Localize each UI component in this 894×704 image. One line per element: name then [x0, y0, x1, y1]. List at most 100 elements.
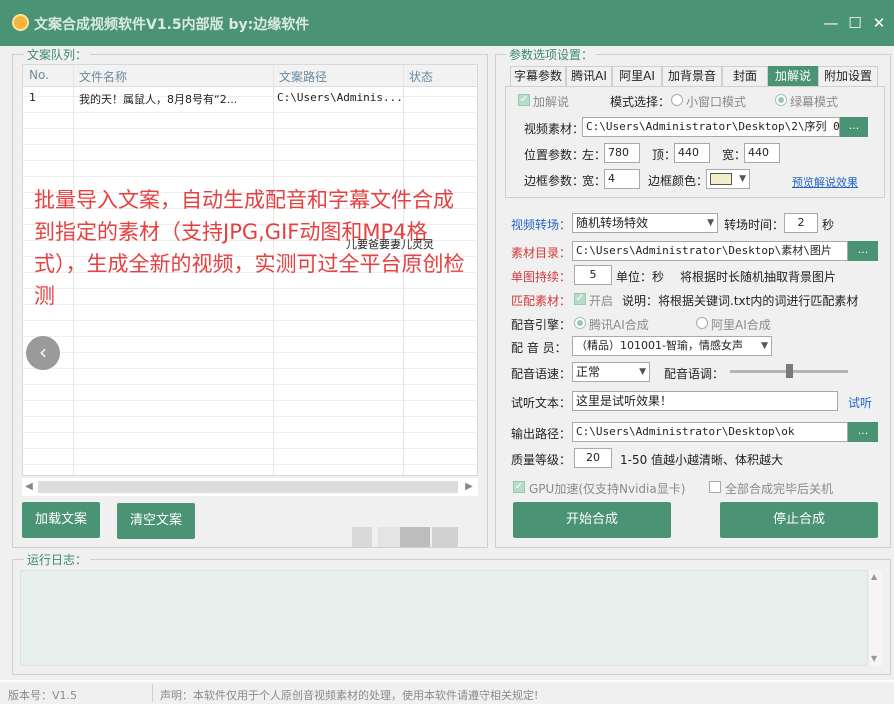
blur-patch: [432, 527, 458, 547]
table-cell-path[interactable]: C:\Users\Adminis...: [277, 91, 401, 104]
material-dir-label: 素材目录：: [511, 246, 572, 260]
speed-value: 正常: [576, 365, 601, 379]
transition-time-label: 转场时间：: [724, 218, 785, 232]
border-width-label: 宽：: [582, 174, 607, 188]
quality-hint: 1-50 值越小越清晰、体积越大: [620, 453, 784, 467]
top-label: 顶：: [652, 148, 677, 162]
video-material-browse-button[interactable]: ...: [840, 117, 868, 137]
table-cell-no[interactable]: 1: [29, 91, 69, 104]
engine-tencent-label: 腾讯AI合成: [589, 318, 649, 332]
column-header-name[interactable]: 文件名称: [79, 68, 127, 85]
tab-tencent-ai[interactable]: 腾讯AI: [566, 66, 612, 86]
material-dir-input[interactable]: C:\Users\Administrator\Desktop\素材\图片: [572, 241, 848, 261]
material-dir-browse-button[interactable]: ...: [848, 241, 878, 261]
match-enable-checkbox[interactable]: ✓: [574, 293, 586, 305]
scroll-up-icon[interactable]: ▲: [871, 572, 877, 581]
shutdown-label: 全部合成完毕后关机: [725, 482, 834, 496]
queue-horizontal-scrollbar[interactable]: ◀ ▶: [22, 478, 478, 496]
scroll-down-icon[interactable]: ▼: [871, 654, 877, 663]
tab-subtitle[interactable]: 字幕参数: [510, 66, 566, 86]
mode-green-screen-radio[interactable]: [775, 94, 787, 106]
border-color-label: 边框颜色：: [648, 174, 709, 188]
single-image-duration-label: 单图持续：: [511, 270, 572, 284]
scroll-right-icon[interactable]: ▶: [462, 479, 476, 495]
quality-label: 质量等级：: [511, 453, 572, 467]
tab-background-music[interactable]: 加背景音: [662, 66, 722, 86]
border-color-picker[interactable]: ▼: [706, 169, 750, 189]
top-input[interactable]: 440: [674, 143, 710, 163]
left-label: 左：: [582, 148, 607, 162]
match-material-label: 匹配素材：: [511, 294, 572, 308]
tab-cover[interactable]: 封面: [722, 66, 768, 86]
maximize-icon[interactable]: ☐: [846, 14, 864, 32]
speed-select[interactable]: 正常 ▼: [572, 362, 650, 382]
close-icon[interactable]: ✕: [870, 14, 888, 32]
gpu-accel-checkbox[interactable]: ✓: [513, 481, 525, 493]
mode-green-screen-label: 绿幕模式: [790, 95, 839, 109]
output-path-input[interactable]: C:\Users\Administrator\Desktop\ok: [572, 422, 848, 442]
column-header-path[interactable]: 文案路径: [279, 68, 327, 85]
pitch-label: 配音语调：: [664, 367, 725, 381]
video-material-label: 视频素材：: [524, 122, 585, 136]
match-hint: 说明：将根据关键词.txt内的词进行匹配素材: [622, 294, 859, 308]
test-listen-link[interactable]: 试听: [848, 394, 872, 411]
minimize-icon[interactable]: —: [822, 14, 840, 32]
test-text-label: 试听文本：: [511, 396, 572, 410]
output-path-browse-button[interactable]: ...: [848, 422, 878, 442]
dropdown-arrow-icon: ▼: [707, 218, 714, 228]
overlay-small-text: 儿要爸要妻儿灵灵: [346, 238, 434, 251]
quality-input[interactable]: 20: [574, 448, 612, 468]
narration-enable-checkbox[interactable]: ✓: [518, 94, 530, 106]
position-label: 位置参数：: [524, 148, 585, 162]
mode-small-window-label: 小窗口模式: [686, 95, 747, 109]
transition-value: 随机转场特效: [576, 216, 649, 230]
match-enable-label: 开启: [589, 294, 614, 308]
pitch-slider-thumb[interactable]: [786, 364, 793, 378]
gpu-accel-label: GPU加速(仅支持Nvidia显卡): [529, 482, 686, 496]
transition-time-input[interactable]: 2: [784, 213, 818, 233]
preview-narration-link[interactable]: 预览解说效果: [792, 174, 858, 190]
version-text: 版本号：V1.5: [8, 689, 78, 702]
voice-select[interactable]: （精品）101001-智瑜，情感女声 ▼: [572, 336, 772, 356]
log-textarea[interactable]: [20, 570, 868, 666]
narration-enable-label: 加解说: [533, 95, 570, 109]
tab-extra-settings[interactable]: 附加设置: [818, 66, 878, 86]
mode-label: 模式选择：: [610, 95, 671, 109]
left-input[interactable]: 780: [604, 143, 640, 163]
table-cell-name[interactable]: 我的天！属鼠人，8月8号有“2...: [79, 91, 269, 107]
border-width-input[interactable]: 4: [604, 169, 640, 189]
tab-ali-ai[interactable]: 阿里AI: [612, 66, 662, 86]
shutdown-checkbox[interactable]: [709, 481, 721, 493]
load-script-button[interactable]: 加载文案: [22, 502, 100, 538]
single-image-unit: 单位：秒: [616, 270, 665, 284]
scroll-thumb[interactable]: [38, 481, 458, 493]
start-compose-button[interactable]: 开始合成: [513, 502, 671, 538]
engine-label: 配音引擎：: [511, 318, 572, 332]
test-text-input[interactable]: 这里是试听效果！: [572, 391, 838, 411]
engine-ali-radio[interactable]: [696, 317, 708, 329]
scroll-left-icon[interactable]: ◀: [22, 479, 36, 495]
width-input[interactable]: 440: [744, 143, 780, 163]
tab-narration[interactable]: 加解说: [768, 66, 818, 86]
column-header-no[interactable]: No.: [29, 68, 49, 82]
border-label: 边框参数：: [524, 174, 585, 188]
transition-select[interactable]: 随机转场特效 ▼: [572, 213, 718, 233]
width-label: 宽：: [722, 148, 747, 162]
mode-small-window-radio[interactable]: [671, 94, 683, 106]
single-image-duration-input[interactable]: 5: [574, 265, 612, 285]
prev-arrow-icon[interactable]: ‹: [26, 336, 60, 370]
clear-script-button[interactable]: 清空文案: [117, 503, 195, 539]
voice-label: 配 音 员：: [511, 341, 567, 355]
engine-tencent-radio[interactable]: [574, 317, 586, 329]
window-title: 文案合成视频软件V1.5内部版 by:边缘软件: [34, 17, 310, 33]
voice-value: （精品）101001-智瑜，情感女声: [576, 339, 743, 352]
column-header-status[interactable]: 状态: [409, 68, 433, 85]
stop-compose-button[interactable]: 停止合成: [720, 502, 878, 538]
app-logo-icon: [12, 14, 29, 31]
log-vertical-scrollbar[interactable]: ▲ ▼: [869, 570, 883, 666]
notice-text: 声明：本软件仅用于个人原创音视频素材的处理，使用本软件请遵守相关规定!: [160, 689, 539, 702]
dropdown-arrow-icon: ▼: [739, 174, 746, 184]
engine-ali-label: 阿里AI合成: [711, 318, 771, 332]
status-divider: [152, 684, 153, 702]
video-material-input[interactable]: C:\Users\Administrator\Desktop\2\序列 03.m: [582, 117, 840, 137]
